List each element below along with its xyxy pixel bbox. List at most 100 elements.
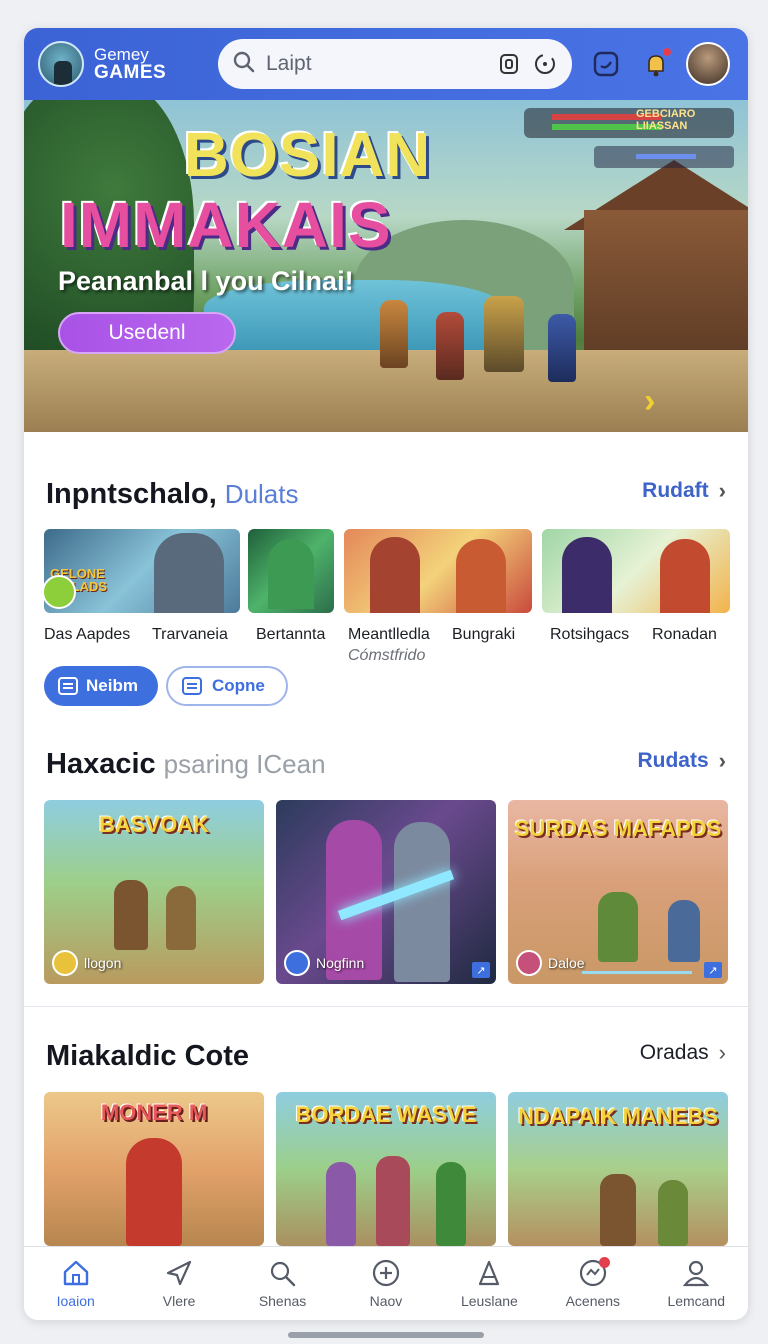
- chat-button[interactable]: [586, 44, 626, 84]
- nav-label: Ioaion: [56, 1293, 95, 1309]
- game-art-figure: [436, 1162, 466, 1246]
- game-title[interactable]: Das Aapdes: [44, 626, 144, 644]
- brand-line2: GAMES: [94, 62, 167, 83]
- hero-banner[interactable]: GEBCIARO LIIASSAN BOSIAN IMMAKAIS Peananb…: [24, 100, 748, 432]
- nav-item-home[interactable]: Ioaion: [24, 1247, 127, 1320]
- chevron-right-icon[interactable]: ›: [644, 382, 655, 421]
- progress-bar: [582, 971, 692, 974]
- featured-game-card[interactable]: SURDAS MAFAPDS Daloe ↗: [508, 800, 728, 984]
- nav-item-send[interactable]: Vlere: [127, 1247, 230, 1320]
- game-art-figure: [376, 1156, 410, 1246]
- chat-icon: [593, 51, 619, 77]
- game-title[interactable]: Meantlledla: [348, 626, 444, 644]
- game-art-title: NDAPAIK MANEBS: [517, 1104, 719, 1129]
- game-art-title: MONER M: [100, 1100, 208, 1125]
- hero-character: [380, 300, 408, 368]
- card-footer: llogon: [52, 950, 121, 976]
- game-card[interactable]: [542, 529, 730, 613]
- chevron-right-icon: ›: [718, 1040, 726, 1065]
- voice-icon[interactable]: [532, 51, 558, 77]
- game-card[interactable]: GELONE IDELADS: [44, 529, 240, 613]
- filter-button-secondary[interactable]: Copne: [166, 666, 288, 706]
- nav-label: Acenens: [565, 1293, 621, 1309]
- featured-game-card[interactable]: Nogfinn ↗: [276, 800, 496, 984]
- camera-icon[interactable]: [496, 51, 522, 77]
- chevron-right-icon: ›: [718, 478, 726, 503]
- game-card[interactable]: [344, 529, 532, 613]
- game-art-figure: [126, 1138, 182, 1246]
- hero-art-house: [584, 210, 748, 370]
- game-art-title: BORDAE WASVE: [295, 1102, 477, 1127]
- search-bar[interactable]: Laipt: [218, 39, 572, 89]
- nav-item-profile[interactable]: Lemcand: [645, 1247, 748, 1320]
- hud-label: GEBCIARO LIIASSAN: [636, 108, 696, 132]
- bottom-navigation: Ioaion Vlere Shenas Naov Leuslane Acenen…: [24, 1246, 748, 1320]
- expand-icon[interactable]: ↗: [472, 962, 490, 978]
- nav-item-new[interactable]: Naov: [334, 1247, 437, 1320]
- featured-game-card[interactable]: MONER M: [44, 1092, 264, 1246]
- game-art-figure: [268, 539, 314, 609]
- brand-line1: Gemey: [94, 45, 149, 64]
- featured-game-card[interactable]: NDAPAIK MANEBS: [508, 1092, 728, 1246]
- expand-icon[interactable]: ↗: [704, 962, 722, 978]
- game-art-figure: [600, 1174, 636, 1246]
- game-art-figure: [456, 539, 506, 613]
- section-title: Miakaldic Cote: [46, 1040, 250, 1072]
- search-icon: [232, 50, 256, 79]
- hero-character: [548, 314, 576, 382]
- section-title: Haxacic: [46, 748, 156, 780]
- hero-title-line2: IMMAKAIS: [60, 189, 392, 261]
- hero-subtitle: Peananbal l you Cilnai!: [58, 266, 354, 296]
- game-art-figure: [370, 537, 420, 613]
- game-title[interactable]: Trarvaneia: [152, 626, 248, 644]
- notifications-button[interactable]: [636, 44, 676, 84]
- game-title[interactable]: Rotsihgacs: [550, 626, 640, 644]
- filter-button-primary[interactable]: Neibm: [44, 666, 158, 706]
- hero-cta-button[interactable]: Usedenl: [58, 312, 236, 354]
- mana-bar: [636, 154, 696, 159]
- hero-character: [436, 312, 464, 380]
- game-subtitle: Cómstfrido: [348, 647, 426, 664]
- see-all-link[interactable]: Rudats ›: [637, 748, 726, 774]
- hero-title-line1: BOSIAN: [184, 121, 432, 190]
- top-header: Gemey GAMES Laipt: [24, 28, 748, 100]
- section-header: Inpntschalo, Dulats Rudaft ›: [46, 478, 726, 511]
- home-icon: [63, 1260, 88, 1286]
- featured-game-card[interactable]: BASVOAK llogon: [44, 800, 264, 984]
- search-input[interactable]: Laipt: [266, 52, 486, 76]
- game-art-figure: [394, 822, 450, 982]
- see-all-link[interactable]: Rudaft ›: [642, 478, 726, 504]
- hud-panel: [524, 108, 734, 138]
- list-icon: [58, 677, 78, 695]
- game-title[interactable]: Bertannta: [256, 626, 340, 644]
- game-art-figure: [114, 880, 148, 950]
- user-avatar[interactable]: [686, 42, 730, 86]
- section-subtitle: Dulats: [224, 479, 299, 509]
- section-title: Inpntschalo,: [46, 478, 217, 510]
- game-art-figure: [598, 892, 638, 962]
- nav-item-search[interactable]: Shenas: [231, 1247, 334, 1320]
- card-footer: Nogfinn: [284, 950, 364, 976]
- see-all-link[interactable]: Oradas ›: [640, 1040, 726, 1066]
- notification-badge: [599, 1257, 611, 1268]
- brand-logo[interactable]: Gemey GAMES: [38, 41, 206, 87]
- home-indicator[interactable]: [288, 1332, 484, 1338]
- creator-avatar-icon: [52, 950, 78, 976]
- creator-avatar-icon: [516, 950, 542, 976]
- card-footer: Daloe: [516, 950, 585, 976]
- app-frame: Gemey GAMES Laipt GEBCIARO LIIASSAN BOSI…: [24, 28, 748, 1320]
- nav-label: Shenas: [258, 1293, 307, 1309]
- featured-game-card[interactable]: BORDAE WASVE: [276, 1092, 496, 1246]
- game-art-figure: [658, 1180, 688, 1246]
- section-divider: [24, 1006, 748, 1007]
- section-subtitle: psaring ICean: [163, 749, 326, 779]
- game-title[interactable]: Bungraki: [452, 626, 542, 644]
- game-card[interactable]: [248, 529, 334, 613]
- creator-avatar-icon: [284, 950, 310, 976]
- nav-item-leaderboard[interactable]: Leuslane: [438, 1247, 541, 1320]
- game-title[interactable]: Ronadan: [652, 626, 732, 644]
- game-art-title: SURDAS MAFAPDS: [514, 816, 722, 841]
- nav-item-activity[interactable]: Acenens: [541, 1247, 644, 1320]
- nav-label: Naov: [369, 1293, 403, 1309]
- cone-icon: [479, 1260, 500, 1286]
